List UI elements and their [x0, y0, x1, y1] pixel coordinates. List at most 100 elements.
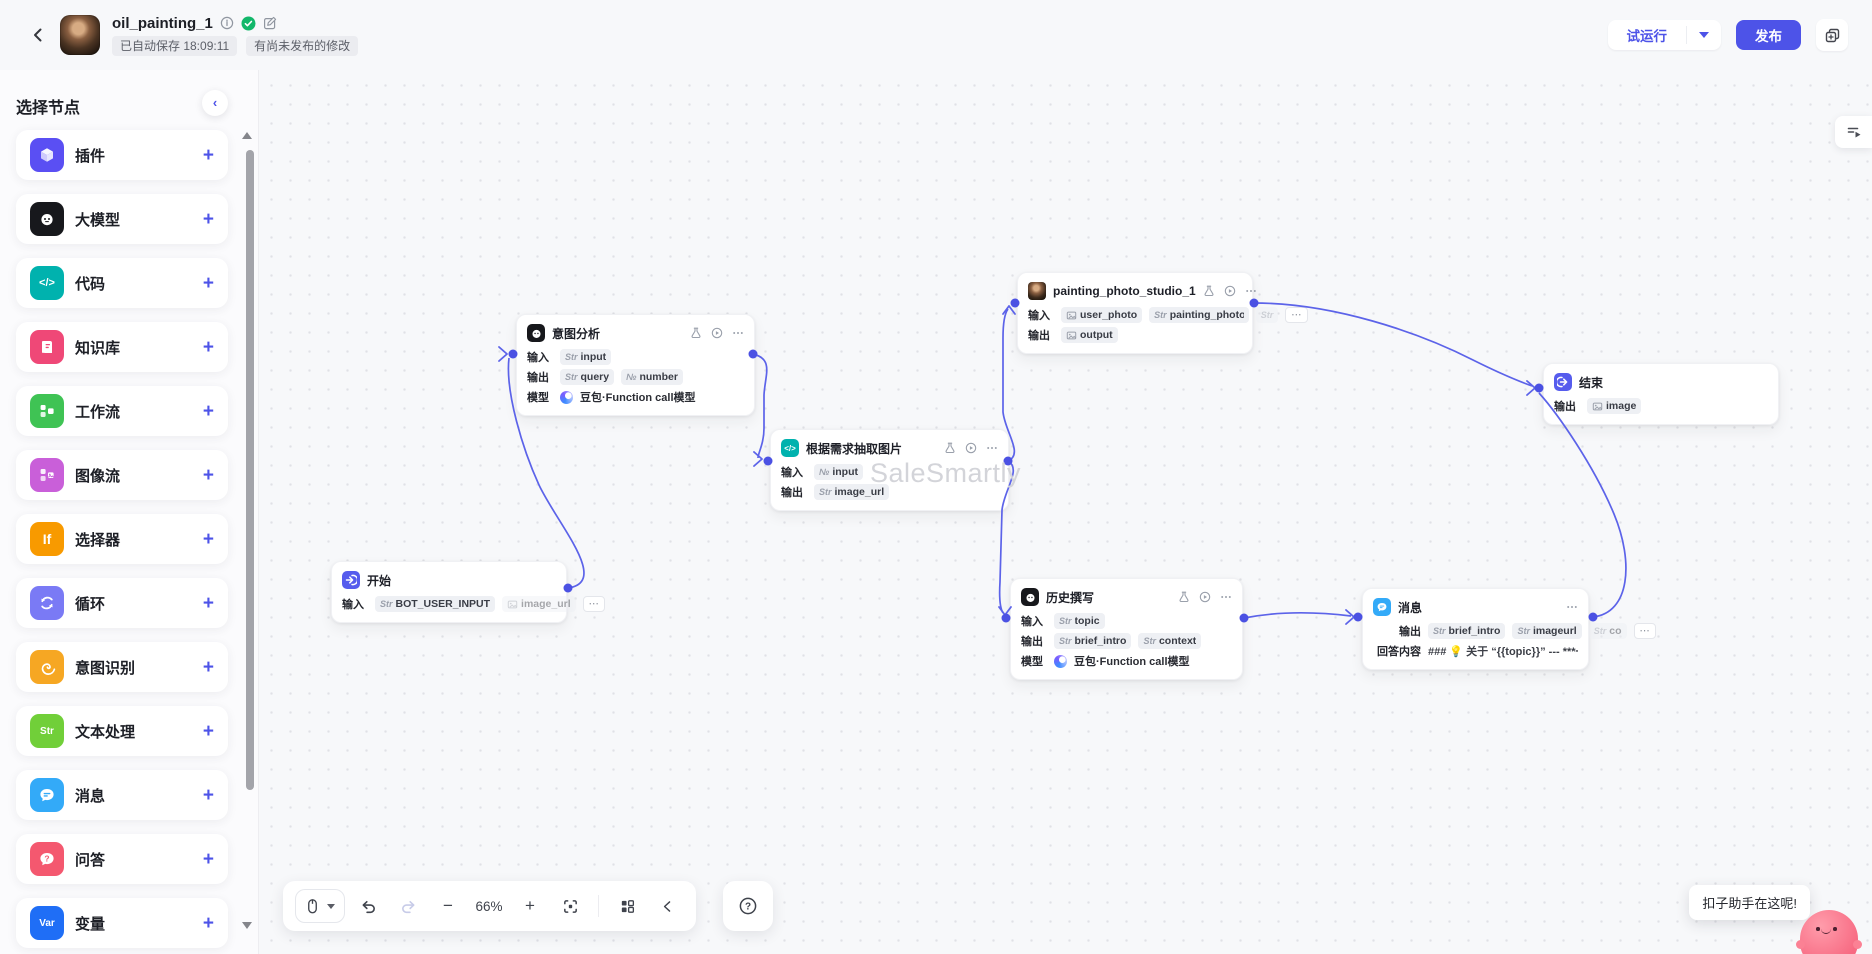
pointer-mode-selector[interactable]: [295, 889, 345, 923]
row-label: 输出: [1554, 401, 1576, 413]
zoom-level: 66%: [475, 898, 503, 914]
param-tag: image_url: [502, 596, 576, 612]
more-params-tag[interactable]: ⋯: [582, 596, 606, 612]
test-run-dropdown-button[interactable]: [1687, 20, 1721, 50]
node-history-writer[interactable]: 历史撰写 输入 Str topic 输出 Str brief_intro Str co…: [1010, 578, 1243, 680]
sidebar-item-imageflow[interactable]: 图像流 +: [16, 450, 228, 500]
scrollbar-down-arrow[interactable]: [242, 922, 252, 929]
sidebar-item-qa[interactable]: ? 问答 +: [16, 834, 228, 884]
sidebar-item-code[interactable]: </> 代码 +: [16, 258, 228, 308]
more-icon[interactable]: [1245, 285, 1257, 297]
sidebar-title: 选择节点: [16, 100, 81, 117]
workflow-canvas[interactable]: SaleSmartly 开始 输入 Str BOT_USER_INPUT imag…: [258, 70, 1872, 954]
model-name: 豆包·Function call模型: [580, 392, 696, 404]
sidebar-item-text[interactable]: Str 文本处理 +: [16, 706, 228, 756]
sidebar-scrollbar-thumb[interactable]: [246, 150, 254, 790]
node-title: 根据需求抽取图片: [806, 441, 903, 456]
assistant-mascot[interactable]: [1796, 910, 1862, 954]
add-workflow-button[interactable]: +: [203, 402, 214, 421]
run-node-icon[interactable]: [965, 442, 977, 454]
add-knowledge-button[interactable]: +: [203, 338, 214, 357]
param-tag: № input: [814, 464, 863, 480]
debug-icon[interactable]: [944, 442, 956, 454]
more-icon[interactable]: [732, 327, 744, 339]
selector-icon: If: [30, 522, 64, 556]
chevron-left-icon: [34, 28, 42, 42]
add-message-button[interactable]: +: [203, 786, 214, 805]
sidebar-item-workflow[interactable]: 工作流 +: [16, 386, 228, 436]
image-type-icon: [1066, 330, 1077, 341]
undo-button[interactable]: [351, 889, 385, 923]
sidebar-item-message[interactable]: 消息 +: [16, 770, 228, 820]
add-variable-button[interactable]: +: [203, 914, 214, 933]
node-palette-sidebar: 选择节点 ‹ 插件 + 大模型 + </> 代码 + 知识库 + 工作流 + 图…: [0, 70, 258, 954]
add-qa-button[interactable]: +: [203, 850, 214, 869]
zoom-out-button[interactable]: −: [431, 889, 465, 923]
zoom-in-button[interactable]: +: [513, 889, 547, 923]
sidebar-item-selector[interactable]: If 选择器 +: [16, 514, 228, 564]
plugin-node-avatar: [1028, 282, 1046, 300]
debug-icon[interactable]: [690, 327, 702, 339]
back-button[interactable]: [24, 21, 52, 49]
start-node-icon: [342, 571, 360, 589]
workflow-editor: oil_painting_1 已自动保存 18:09:11 有尚未发布的修改 试…: [0, 0, 1872, 954]
node-message[interactable]: 消息 输出 Str brief_intro Str imageurl Str co ⋯…: [1362, 588, 1656, 670]
image-type-icon: [507, 599, 518, 610]
publish-button[interactable]: 发布: [1736, 20, 1801, 50]
add-code-button[interactable]: +: [203, 274, 214, 293]
add-imageflow-button[interactable]: +: [203, 466, 214, 485]
redo-button[interactable]: [391, 889, 425, 923]
auto-layout-button[interactable]: [610, 889, 644, 923]
node-title: painting_photo_studio_1: [1053, 284, 1196, 298]
node-start[interactable]: 开始 输入 Str BOT_USER_INPUT image_url ⋯: [331, 561, 606, 623]
sidebar-item-knowledge[interactable]: 知识库 +: [16, 322, 228, 372]
divider: [598, 895, 599, 917]
llm-icon: [30, 202, 64, 236]
more-params-tag[interactable]: ⋯: [1633, 623, 1656, 639]
add-loop-button[interactable]: +: [203, 594, 214, 613]
run-log-button[interactable]: [1835, 116, 1872, 148]
port[interactable]: [1588, 612, 1598, 622]
title-block: oil_painting_1 已自动保存 18:09:11 有尚未发布的修改: [112, 15, 359, 56]
more-icon[interactable]: [1566, 601, 1578, 613]
run-node-icon[interactable]: [1199, 591, 1211, 603]
scrollbar-up-arrow[interactable]: [242, 132, 252, 139]
test-run-button[interactable]: 试运行: [1608, 20, 1687, 50]
sidebar-item-loop[interactable]: 循环 +: [16, 578, 228, 628]
sidebar-collapse-button[interactable]: ‹: [202, 90, 228, 116]
duplicate-window-icon: [1825, 28, 1839, 42]
duplicate-window-button[interactable]: [1816, 19, 1848, 51]
auto-layout-icon: [621, 899, 634, 913]
collapse-toolbar-button[interactable]: [650, 889, 684, 923]
info-icon[interactable]: [220, 16, 234, 30]
sidebar-item-intent[interactable]: 意图识别 +: [16, 642, 228, 692]
add-text-button[interactable]: +: [203, 722, 214, 741]
param-tag: image: [1587, 398, 1642, 414]
doubao-model-icon: [1054, 654, 1067, 668]
add-intent-button[interactable]: +: [203, 658, 214, 677]
run-node-icon[interactable]: [711, 327, 723, 339]
more-icon[interactable]: [1220, 591, 1232, 603]
debug-icon[interactable]: [1178, 591, 1190, 603]
more-icon[interactable]: [986, 442, 998, 454]
param-tag: № number: [621, 369, 683, 385]
edit-icon[interactable]: [263, 16, 277, 30]
add-selector-button[interactable]: +: [203, 530, 214, 549]
add-plugin-button[interactable]: +: [203, 146, 214, 165]
mascot-smile: [1821, 928, 1831, 934]
node-end[interactable]: 结束 输出 image: [1543, 363, 1779, 425]
knowledge-icon: [30, 330, 64, 364]
run-node-icon[interactable]: [1224, 285, 1236, 297]
node-extract-image[interactable]: </> 根据需求抽取图片 输入 № input 输出 Str image_url: [770, 429, 1009, 511]
sidebar-item-plugin[interactable]: 插件 +: [16, 130, 228, 180]
add-llm-button[interactable]: +: [203, 210, 214, 229]
node-title: 历史撰写: [1046, 590, 1095, 605]
sidebar-item-llm[interactable]: 大模型 +: [16, 194, 228, 244]
more-params-tag[interactable]: ⋯: [1285, 307, 1308, 323]
node-painting-photo-studio[interactable]: painting_photo_studio_1 输入 user_photo St…: [1017, 272, 1308, 354]
sidebar-item-variable[interactable]: Var 变量 +: [16, 898, 228, 948]
help-button[interactable]: ?: [723, 881, 773, 931]
fit-view-button[interactable]: [553, 889, 587, 923]
node-intent-analysis[interactable]: 意图分析 输入 Str input 输出 Str query № number 模型 …: [516, 314, 755, 416]
debug-icon[interactable]: [1203, 285, 1215, 297]
